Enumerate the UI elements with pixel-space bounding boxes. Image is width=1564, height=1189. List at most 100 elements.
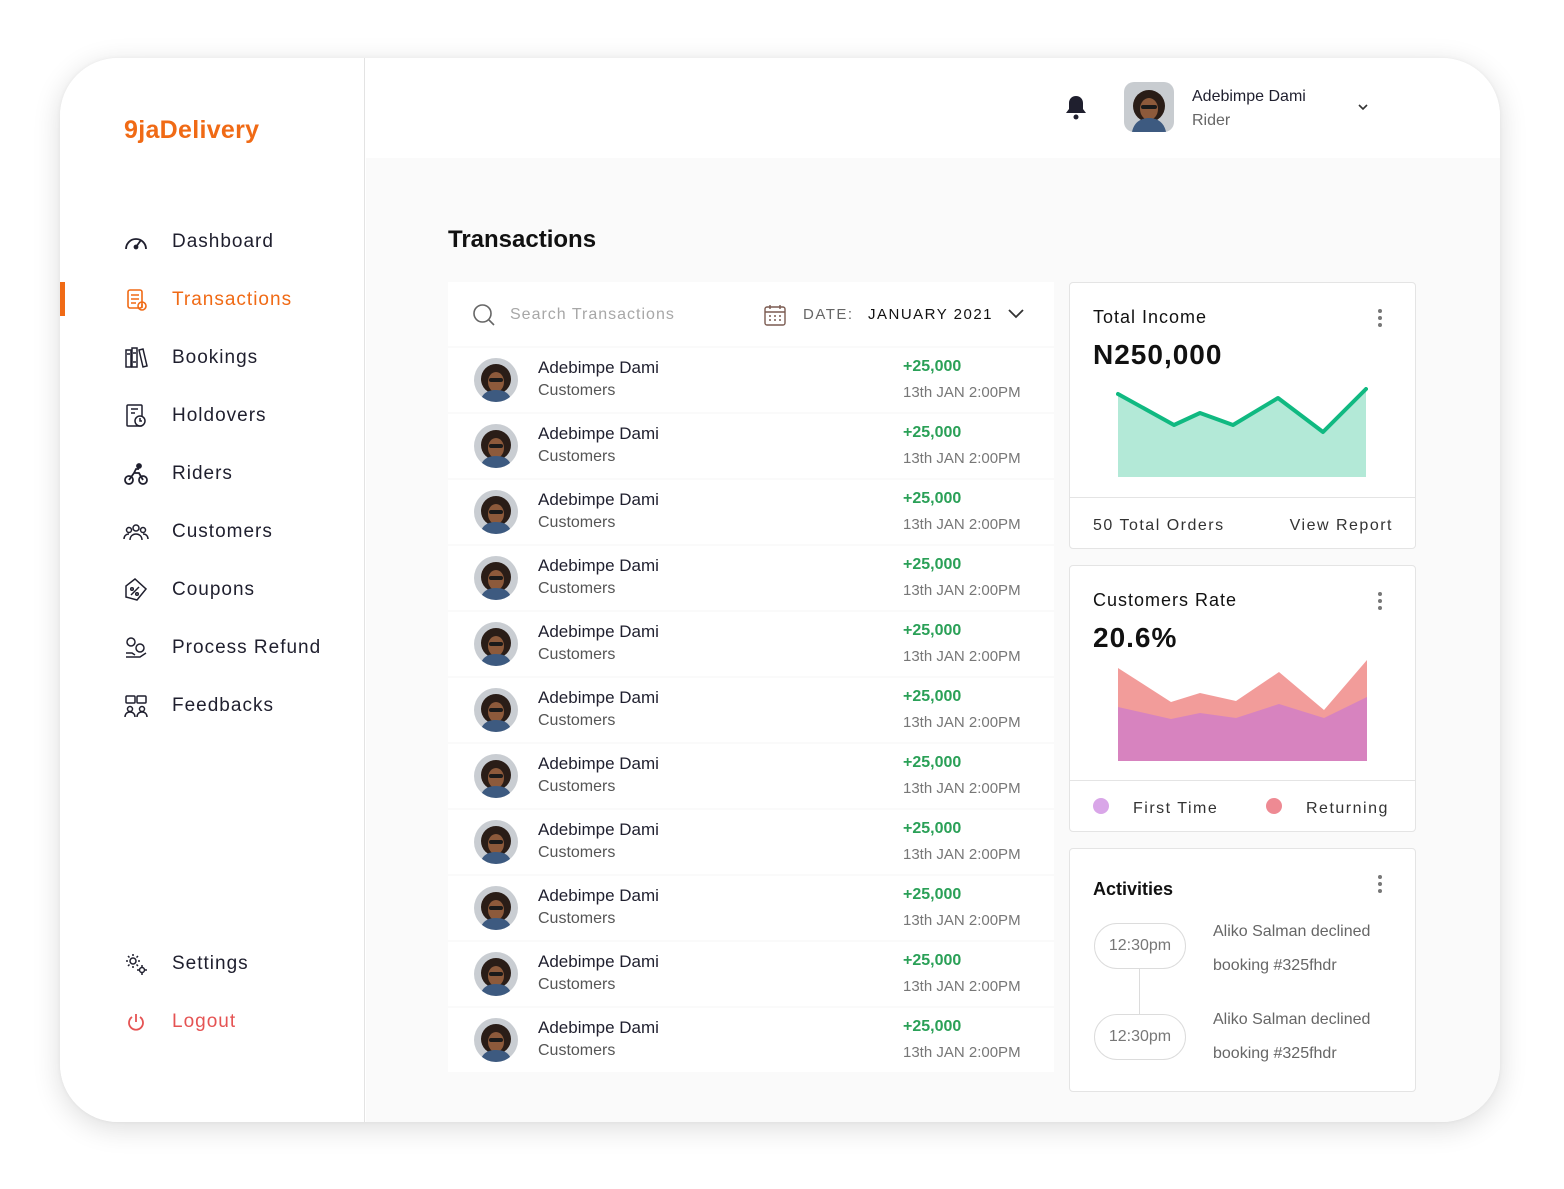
date-select[interactable]: JANUARY 2021: [868, 306, 993, 323]
customers-icon: [122, 518, 150, 546]
avatar: [474, 490, 518, 534]
transaction-time: 13th JAN 2:00PM: [903, 384, 1021, 401]
sidebar-item-customers[interactable]: Customers: [60, 503, 365, 561]
customer-type: Customers: [538, 514, 616, 531]
transaction-time: 13th JAN 2:00PM: [903, 582, 1021, 599]
table-row[interactable]: Adebimpe Dami Customers +25,000 13th JAN 2:…: [448, 348, 1054, 412]
customer-type: Customers: [538, 712, 616, 729]
sidebar-item-label: Logout: [172, 1011, 237, 1032]
sidebar-item-holdovers[interactable]: Holdovers: [60, 387, 365, 445]
sidebar-item-label: Holdovers: [172, 405, 267, 426]
card-divider: [1070, 780, 1415, 781]
customer-name: Adebimpe Dami: [538, 952, 659, 971]
customer-type: Customers: [538, 844, 616, 861]
refund-icon: [122, 634, 150, 662]
table-row[interactable]: Adebimpe Dami Customers +25,000 13th JAN 2:…: [448, 744, 1054, 808]
sidebar-item-transactions[interactable]: Transactions: [60, 271, 365, 329]
sidebar-item-label: Bookings: [172, 347, 259, 368]
calendar-icon[interactable]: [763, 303, 787, 327]
sidebar-item-coupons[interactable]: Coupons: [60, 561, 365, 619]
customers-rate-card: Customers Rate 20.6% First Time Returnin…: [1069, 565, 1416, 832]
table-row[interactable]: Adebimpe Dami Customers +25,000 13th JAN 2:…: [448, 480, 1054, 544]
table-row[interactable]: Adebimpe Dami Customers +25,000 13th JAN 2:…: [448, 678, 1054, 742]
customer-type: Customers: [538, 976, 616, 993]
user-role: Rider: [1192, 112, 1231, 129]
sidebar-item-settings[interactable]: Settings: [60, 935, 365, 993]
total-income-card: Total Income N250,000 50 Total Orders Vi…: [1069, 282, 1416, 549]
table-row[interactable]: Adebimpe Dami Customers +25,000 13th JAN 2:…: [448, 546, 1054, 610]
sidebar-item-bookings[interactable]: Bookings: [60, 329, 365, 387]
bell-icon[interactable]: [1064, 94, 1090, 122]
speedometer-icon: [122, 228, 150, 256]
legend-swatch-returning: [1266, 798, 1282, 814]
avatar: [474, 754, 518, 798]
customer-name: Adebimpe Dami: [538, 688, 659, 707]
table-row[interactable]: Adebimpe Dami Customers +25,000 13th JAN 2:…: [448, 942, 1054, 1006]
more-options-icon[interactable]: [1377, 875, 1383, 895]
total-income-value: N250,000: [1093, 339, 1223, 370]
table-row[interactable]: Adebimpe Dami Customers +25,000 13th JAN 2:…: [448, 810, 1054, 874]
sidebar-item-process-refund[interactable]: Process Refund: [60, 619, 365, 677]
top-bar: Adebimpe Dami Rider: [366, 58, 1500, 158]
app-logo[interactable]: 9jaDelivery: [124, 116, 259, 145]
sidebar-item-dashboard[interactable]: Dashboard: [60, 213, 365, 271]
transactions-panel: DATE: JANUARY 2021 Adebimpe Dami Customer…: [448, 282, 1054, 1072]
avatar: [474, 820, 518, 864]
activity-line: Aliko Salman declined: [1213, 1011, 1371, 1028]
power-icon: [122, 1008, 150, 1036]
transaction-amount: +25,000: [903, 1018, 962, 1035]
legend-swatch-first-time: [1093, 798, 1109, 814]
avatar: [474, 886, 518, 930]
table-row[interactable]: Adebimpe Dami Customers +25,000 13th JAN 2:…: [448, 612, 1054, 676]
transaction-time: 13th JAN 2:00PM: [903, 912, 1021, 929]
sidebar-item-label: Settings: [172, 953, 249, 974]
transactions-toolbar: DATE: JANUARY 2021: [448, 282, 1054, 346]
income-area-chart: [1116, 387, 1368, 477]
search-input[interactable]: [510, 302, 710, 328]
sidebar-item-feedbacks[interactable]: Feedbacks: [60, 677, 365, 735]
sidebar-bottom: Settings Logout: [60, 935, 365, 1051]
chevron-down-icon[interactable]: [1006, 306, 1026, 322]
transaction-time: 13th JAN 2:00PM: [903, 714, 1021, 731]
customer-type: Customers: [538, 910, 616, 927]
customer-name: Adebimpe Dami: [538, 886, 659, 905]
transaction-amount: +25,000: [903, 886, 962, 903]
customer-name: Adebimpe Dami: [538, 1018, 659, 1037]
sidebar-item-label: Coupons: [172, 579, 256, 600]
activity-line: Aliko Salman declined: [1213, 923, 1371, 940]
avatar[interactable]: [1124, 82, 1174, 132]
transaction-amount: +25,000: [903, 424, 962, 441]
chevron-down-icon[interactable]: [1356, 100, 1370, 114]
coupon-icon: [122, 576, 150, 604]
more-options-icon[interactable]: [1377, 309, 1383, 329]
date-label: DATE:: [803, 306, 854, 323]
sidebar: 9jaDelivery Dashboard Transactions Booki…: [60, 58, 365, 1122]
activity-time: 12:30pm: [1094, 1014, 1186, 1060]
feedback-icon: [122, 692, 150, 720]
table-row[interactable]: Adebimpe Dami Customers +25,000 13th JAN 2:…: [448, 876, 1054, 940]
activity-text: Aliko Salman declined booking #325fhdr: [1213, 915, 1403, 983]
activity-time: 12:30pm: [1094, 923, 1186, 969]
transaction-amount: +25,000: [903, 952, 962, 969]
table-row[interactable]: Adebimpe Dami Customers +25,000 13th JAN 2:…: [448, 414, 1054, 478]
main-content: Transactions DATE: JANUARY 2021 Adebimpe…: [366, 158, 1500, 1122]
total-orders-label: 50 Total Orders: [1093, 517, 1225, 534]
customers-rate-chart: [1118, 660, 1367, 761]
customer-name: Adebimpe Dami: [538, 556, 659, 575]
timeline-connector: [1139, 969, 1140, 1015]
view-report-link[interactable]: View Report: [1290, 517, 1393, 535]
customer-name: Adebimpe Dami: [538, 358, 659, 377]
sidebar-item-logout[interactable]: Logout: [60, 993, 365, 1051]
customer-type: Customers: [538, 778, 616, 795]
activity-line: booking #325fhdr: [1213, 957, 1337, 974]
avatar: [474, 622, 518, 666]
transaction-time: 13th JAN 2:00PM: [903, 846, 1021, 863]
customer-name: Adebimpe Dami: [538, 754, 659, 773]
more-options-icon[interactable]: [1377, 592, 1383, 612]
sidebar-item-label: Feedbacks: [172, 695, 274, 716]
table-row[interactable]: Adebimpe Dami Customers +25,000 13th JAN 2:…: [448, 1008, 1054, 1072]
sidebar-item-label: Dashboard: [172, 231, 274, 252]
income-area: [1118, 389, 1366, 477]
transaction-amount: +25,000: [903, 820, 962, 837]
sidebar-item-riders[interactable]: Riders: [60, 445, 365, 503]
